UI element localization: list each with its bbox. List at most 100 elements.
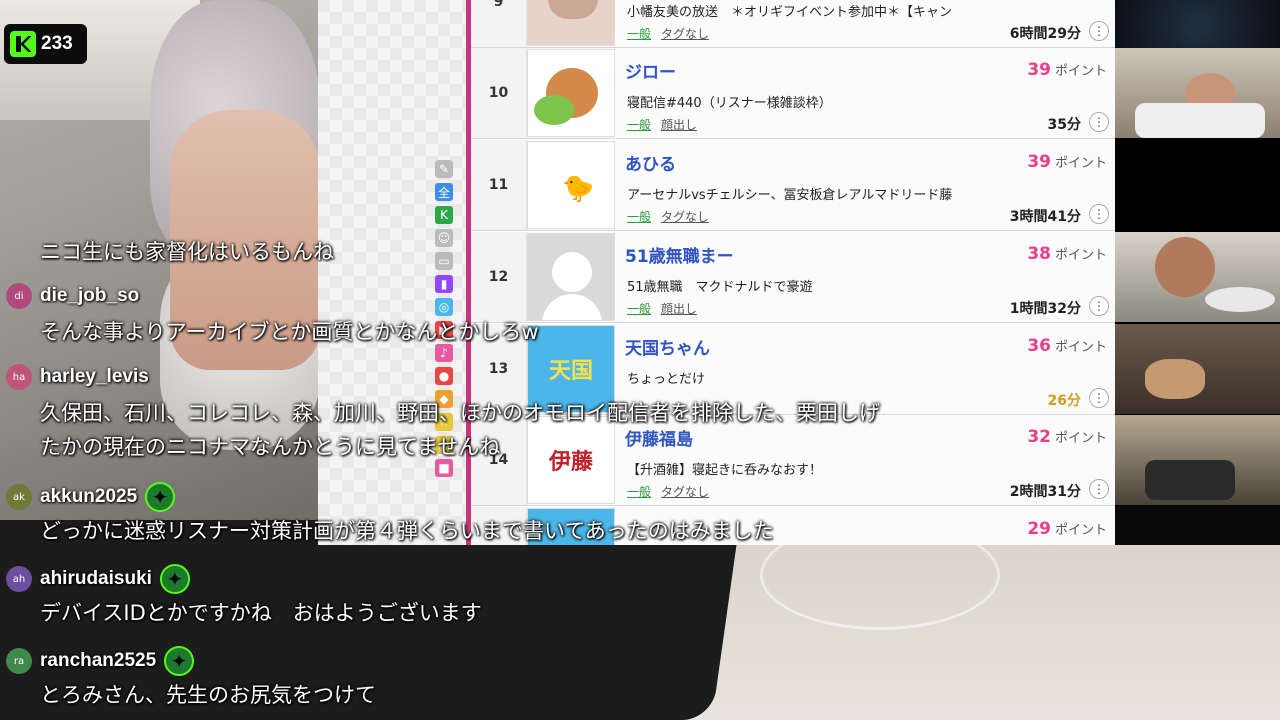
ranking-list: 9 小幡友美の放送 ＊オリギフイベント参加中＊【キャン 一般 タグなし 6時間29分 ⋮ 1… xyxy=(471,0,1115,545)
streamer-name[interactable]: あひる xyxy=(625,150,676,175)
streamer-name[interactable]: 天国ちゃん xyxy=(625,334,710,359)
more-options-icon[interactable]: ⋮ xyxy=(1089,21,1109,41)
stream-tags: 一般 顔出し xyxy=(627,116,697,133)
red-icon[interactable]: ● xyxy=(435,367,453,385)
stream-tags: 一般 タグなし xyxy=(627,483,709,500)
ranking-row[interactable]: 29 ポイント xyxy=(471,507,1115,545)
ranking-row[interactable]: 14 伊藤 伊藤福島 32 ポイント 【升酒雑】寝起きに呑みなおす！ 一般 タグなし 2時間31… xyxy=(471,415,1115,506)
ranking-row[interactable]: 12 51歳無職まー 38 ポイント 51歳無職 マクドナルドで豪遊 一般 顔出し 1時間32… xyxy=(471,232,1115,323)
points-unit: ポイント xyxy=(1054,523,1107,538)
rank-number: 12 xyxy=(471,232,527,322)
rank-number: 14 xyxy=(471,415,527,505)
rank-number: 11 xyxy=(471,140,527,230)
points-unit: ポイント xyxy=(1054,431,1107,446)
tiktok-icon[interactable]: ♪ xyxy=(435,344,453,362)
thumbnail-text: 天国 xyxy=(548,359,593,384)
tag-link[interactable]: タグなし xyxy=(661,210,709,224)
stream-duration: 2時間31分 xyxy=(1009,484,1081,500)
mouse-pad xyxy=(0,520,740,720)
points: 39 ポイント xyxy=(1027,152,1107,172)
stream-tags: 一般 顔出し xyxy=(627,300,697,317)
kick-filter-icon[interactable]: K xyxy=(435,206,453,224)
points-value: 29 xyxy=(1027,519,1051,539)
stream-thumbnail[interactable]: 🐤 xyxy=(527,141,615,229)
stream-thumbnail[interactable] xyxy=(527,0,615,46)
stream-previews xyxy=(1115,0,1280,545)
more-options-icon[interactable]: ⋮ xyxy=(1089,296,1109,316)
platform-filter-strip: ✎ 全 K ☺ ▭ ▮ ◎ ▶ ♪ ● ◆ ☆ ▣ ■ xyxy=(432,160,456,520)
circle-icon[interactable]: ◎ xyxy=(435,298,453,316)
tag-link[interactable]: タグなし xyxy=(661,27,709,41)
yellow-icon[interactable]: ☆ xyxy=(435,413,453,431)
orange-icon[interactable]: ◆ xyxy=(435,390,453,408)
stream-thumbnail[interactable] xyxy=(527,49,615,137)
youtube-icon[interactable]: ▶ xyxy=(435,321,453,339)
stream-title: ちょっとだけ xyxy=(627,372,706,387)
stream-duration: 6時間29分 xyxy=(1009,26,1081,42)
stream-duration: 26分 xyxy=(1047,393,1081,409)
points: 29 ポイント xyxy=(1027,519,1107,539)
points-unit: ポイント xyxy=(1054,248,1107,263)
stream-tags: 一般 タグなし xyxy=(627,25,709,42)
category-link[interactable]: 一般 xyxy=(627,27,651,41)
stream-preview[interactable] xyxy=(1115,48,1280,138)
points-unit: ポイント xyxy=(1054,340,1107,355)
stream-thumbnail[interactable] xyxy=(527,508,615,545)
more-options-icon[interactable]: ⋮ xyxy=(1089,388,1109,408)
ranking-panel: ✎ 全 K ☺ ▭ ▮ ◎ ▶ ♪ ● ◆ ☆ ▣ ■ 9 小幡友美の放送 ＊オリギフイベント参加中＊【キャ… xyxy=(318,0,1280,545)
stream-preview[interactable] xyxy=(1115,415,1280,505)
stream-preview[interactable] xyxy=(1115,324,1280,414)
points-value: 32 xyxy=(1027,427,1051,447)
pink-icon[interactable]: ■ xyxy=(435,459,453,477)
category-link[interactable]: 一般 xyxy=(627,118,651,132)
rank-number: 10 xyxy=(471,48,527,138)
category-link[interactable]: 一般 xyxy=(627,302,651,316)
rank-number xyxy=(471,507,527,545)
frame-icon[interactable]: ▣ xyxy=(435,436,453,454)
stream-thumbnail[interactable]: 天国 xyxy=(527,325,615,413)
rank-number: 13 xyxy=(471,324,527,414)
tag-link[interactable]: タグなし xyxy=(661,485,709,499)
points-unit: ポイント xyxy=(1054,64,1107,79)
stream-title: 寝配信#440（リスナー様雑談枠） xyxy=(627,96,832,111)
viewer-count-badge: 233 xyxy=(4,24,87,64)
stream-title: アーセナルvsチェルシー、冨安板倉レアルマドリード藤 xyxy=(627,188,953,203)
ranking-row[interactable]: 9 小幡友美の放送 ＊オリギフイベント参加中＊【キャン 一般 タグなし 6時間29分 ⋮ xyxy=(471,0,1115,48)
more-options-icon[interactable]: ⋮ xyxy=(1089,479,1109,499)
viewer-count: 233 xyxy=(41,33,73,54)
points: 32 ポイント xyxy=(1027,427,1107,447)
person-icon[interactable]: ☺ xyxy=(435,229,453,247)
points-value: 36 xyxy=(1027,336,1051,356)
category-link[interactable]: 一般 xyxy=(627,485,651,499)
edit-icon[interactable]: ✎ xyxy=(435,160,453,178)
stream-tags: 一般 タグなし xyxy=(627,208,709,225)
streamer-name[interactable]: 51歳無職まー xyxy=(625,242,734,267)
stream-duration: 1時間32分 xyxy=(1009,301,1081,317)
points-value: 38 xyxy=(1027,244,1051,264)
points: 38 ポイント xyxy=(1027,244,1107,264)
streamer-name[interactable]: 伊藤福島 xyxy=(625,425,693,450)
ranking-row[interactable]: 13 天国 天国ちゃん 36 ポイントちょっとだけ 26分 ⋮ xyxy=(471,324,1115,415)
hand xyxy=(170,110,320,370)
ranking-row[interactable]: 10 ジロー 39 ポイント 寝配信#440（リスナー様雑談枠） 一般 顔出し 35分 ⋮ xyxy=(471,48,1115,139)
stream-preview[interactable] xyxy=(1115,232,1280,322)
all-icon[interactable]: 全 xyxy=(435,183,453,201)
tag-link[interactable]: 顔出し xyxy=(661,118,697,132)
stream-preview[interactable] xyxy=(1115,141,1280,231)
streamer-name[interactable]: ジロー xyxy=(625,58,676,83)
stream-preview[interactable] xyxy=(1115,506,1280,545)
points-value: 39 xyxy=(1027,152,1051,172)
stream-thumbnail[interactable] xyxy=(527,233,615,321)
twitch-icon[interactable]: ▮ xyxy=(435,275,453,293)
ranking-row[interactable]: 11 🐤 あひる 39 ポイントアーセナルvsチェルシー、冨安板倉レアルマドリード藤 一般… xyxy=(471,140,1115,231)
more-options-icon[interactable]: ⋮ xyxy=(1089,204,1109,224)
stream-title: 51歳無職 マクドナルドで豪遊 xyxy=(627,280,813,295)
points: 39 ポイント xyxy=(1027,60,1107,80)
stream-thumbnail[interactable]: 伊藤 xyxy=(527,416,615,504)
tag-link[interactable]: 顔出し xyxy=(661,302,697,316)
tv-icon[interactable]: ▭ xyxy=(435,252,453,270)
more-options-icon[interactable]: ⋮ xyxy=(1089,112,1109,132)
category-link[interactable]: 一般 xyxy=(627,210,651,224)
rank-number: 9 xyxy=(471,0,527,47)
thumbnail-text: 伊藤 xyxy=(548,450,593,475)
